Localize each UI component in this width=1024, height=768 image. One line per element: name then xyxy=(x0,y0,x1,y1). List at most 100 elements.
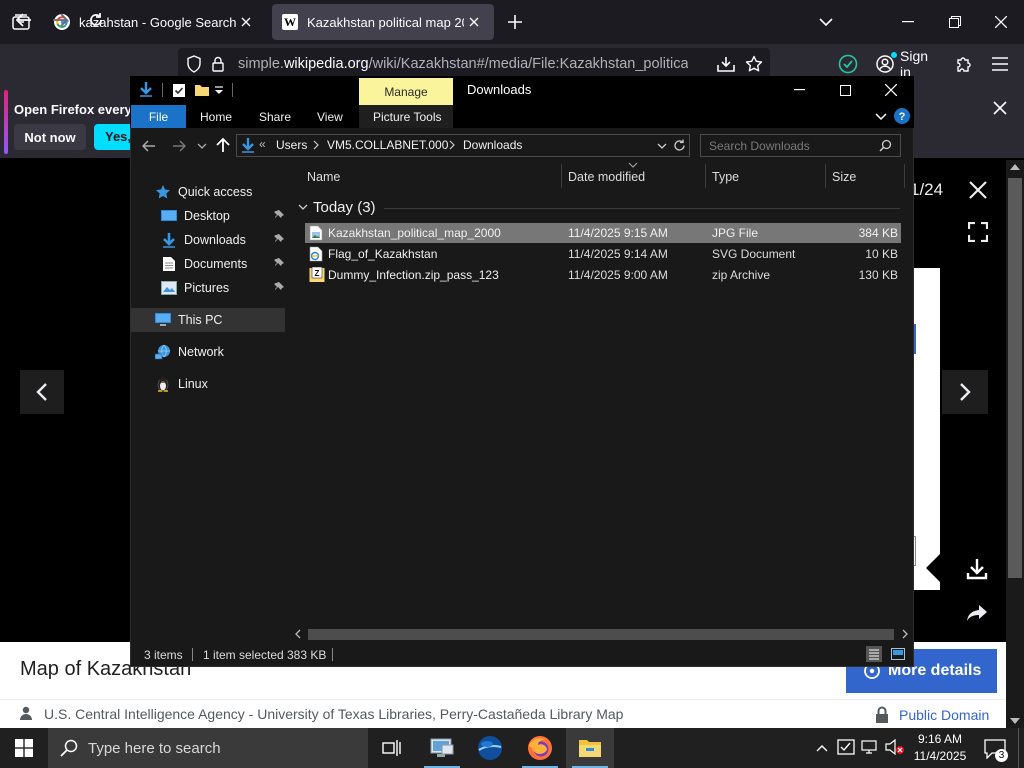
clock-date[interactable]: 11/4/2025 xyxy=(912,749,968,763)
column-resize-handle[interactable] xyxy=(904,164,905,188)
image-author[interactable]: U.S. Central Intelligence Agency - Unive… xyxy=(44,706,623,722)
column-header-date-modified[interactable]: Date modified xyxy=(568,164,645,190)
breadcrumb-overflow[interactable]: « xyxy=(259,137,266,151)
breadcrumb-user-folder[interactable]: VM5.COLLABNET.000 xyxy=(327,138,448,152)
column-header-size[interactable]: Size xyxy=(832,164,856,190)
back-icon[interactable] xyxy=(140,137,158,155)
network-status-icon[interactable] xyxy=(861,738,879,756)
remote-desktop-icon[interactable] xyxy=(418,728,466,768)
tracking-protection-shield-icon[interactable] xyxy=(186,55,202,73)
file-row[interactable]: Z Dummy_Infection.zip_pass_123 11/4/2025… xyxy=(305,265,901,285)
ribbon-tab-share[interactable]: Share xyxy=(259,105,291,128)
not-now-button[interactable]: Not now xyxy=(14,124,86,150)
minimize-icon[interactable] xyxy=(786,80,812,100)
fullscreen-icon[interactable] xyxy=(962,216,994,248)
download-icon[interactable] xyxy=(962,554,992,584)
show-desktop-button[interactable] xyxy=(1018,728,1024,768)
breadcrumb-separator-icon[interactable] xyxy=(312,137,322,153)
nav-item-desktop[interactable]: Desktop xyxy=(160,204,284,228)
group-header-today[interactable]: Today (3) xyxy=(298,196,376,218)
firefox-icon[interactable] xyxy=(516,728,564,768)
list-all-tabs-icon[interactable] xyxy=(812,6,840,38)
tab-google-search[interactable]: kazahstan - Google Search xyxy=(44,4,266,40)
new-tab-icon[interactable] xyxy=(500,6,530,38)
nav-item-documents[interactable]: Documents xyxy=(160,252,284,276)
nav-item-network[interactable]: Network xyxy=(154,340,284,364)
scroll-left-icon[interactable] xyxy=(293,629,303,639)
close-notification-icon[interactable] xyxy=(988,96,1012,120)
save-to-pocket-icon[interactable] xyxy=(714,52,738,76)
windows-start-icon[interactable] xyxy=(0,728,48,768)
scroll-right-icon[interactable] xyxy=(900,629,910,639)
address-history-chevron-icon[interactable] xyxy=(656,140,668,152)
ribbon-tab-home[interactable]: Home xyxy=(200,105,232,128)
taskbar-search-box[interactable]: Type here to search xyxy=(48,728,368,768)
column-header-name[interactable]: Name xyxy=(307,164,340,190)
vpn-check-icon[interactable] xyxy=(836,52,860,76)
close-icon[interactable] xyxy=(878,80,904,100)
task-view-icon[interactable] xyxy=(368,728,416,768)
search-input[interactable]: Search Downloads xyxy=(709,139,810,153)
next-image-button[interactable] xyxy=(942,370,988,414)
browser-globe-icon[interactable] xyxy=(466,728,514,768)
column-resize-handle[interactable] xyxy=(825,164,826,188)
recent-locations-chevron-icon[interactable] xyxy=(196,140,208,152)
license-link[interactable]: Public Domain xyxy=(899,707,989,723)
lock-icon[interactable] xyxy=(212,56,224,72)
properties-icon[interactable] xyxy=(172,82,186,98)
hamburger-menu-icon[interactable] xyxy=(988,52,1012,76)
viewer-scrollbar[interactable] xyxy=(1006,160,1024,728)
breadcrumb-downloads[interactable]: Downloads xyxy=(463,138,522,152)
nav-item-quick-access[interactable]: Quick access xyxy=(154,180,284,204)
file-row[interactable]: Flag_of_Kazakhstan 11/4/2025 9:14 AM SVG… xyxy=(305,244,901,264)
file-row[interactable]: Kazakhstan_political_map_2000 11/4/2025 … xyxy=(305,223,901,243)
taskbar-search-input[interactable]: Type here to search xyxy=(88,740,221,757)
explorer-window-title: Downloads xyxy=(467,82,532,97)
column-header-type[interactable]: Type xyxy=(712,164,739,190)
nav-item-pictures[interactable]: Pictures xyxy=(160,276,284,300)
nav-item-linux[interactable]: Linux xyxy=(154,372,284,396)
bookmark-star-icon[interactable] xyxy=(742,52,766,76)
scrollbar-thumb[interactable] xyxy=(308,629,894,640)
nav-item-downloads[interactable]: Downloads xyxy=(160,228,284,252)
tab-wikipedia[interactable]: W Kazakhstan political map 2000 xyxy=(272,4,494,40)
minimize-icon[interactable] xyxy=(884,0,932,44)
details-view-icon[interactable] xyxy=(866,646,882,662)
new-folder-icon[interactable] xyxy=(194,82,210,98)
up-folder-icon[interactable] xyxy=(214,136,232,154)
customize-toolbar-icon[interactable] xyxy=(214,84,224,96)
breadcrumb-separator-icon[interactable] xyxy=(448,137,458,153)
refresh-icon[interactable] xyxy=(672,138,686,152)
show-hidden-icons-chevron-icon[interactable] xyxy=(814,740,830,756)
nav-item-this-pc[interactable]: This PC xyxy=(131,308,285,332)
close-viewer-icon[interactable] xyxy=(962,174,994,206)
reload-icon[interactable] xyxy=(80,4,112,36)
close-window-icon[interactable] xyxy=(978,0,1024,44)
ribbon-tab-view[interactable]: View xyxy=(317,105,343,128)
ribbon-tab-picture-tools[interactable]: Picture Tools xyxy=(373,105,441,128)
ribbon-tab-file[interactable]: File xyxy=(131,105,186,128)
restore-icon[interactable] xyxy=(932,0,978,44)
maximize-icon[interactable] xyxy=(832,80,858,100)
back-icon[interactable] xyxy=(8,4,40,36)
vm-tools-icon[interactable] xyxy=(837,738,855,756)
previous-image-button[interactable] xyxy=(20,370,64,414)
speaker-muted-icon[interactable] xyxy=(885,738,905,756)
action-center-icon[interactable]: 3 xyxy=(982,736,1008,762)
help-icon[interactable]: ? xyxy=(894,108,910,124)
close-tab-icon[interactable] xyxy=(236,12,256,32)
column-resize-handle[interactable] xyxy=(561,164,562,188)
status-separator xyxy=(332,648,333,661)
share-icon[interactable] xyxy=(962,598,992,628)
expand-ribbon-icon[interactable] xyxy=(874,110,888,124)
breadcrumb-users[interactable]: Users xyxy=(276,138,307,152)
manage-contextual-tab[interactable]: Manage xyxy=(359,78,453,105)
column-resize-handle[interactable] xyxy=(705,164,706,188)
extensions-puzzle-icon[interactable] xyxy=(952,52,976,76)
url-text: simple.wikipedia.org/wiki/Kazakhstan#/me… xyxy=(238,56,688,72)
search-icon[interactable] xyxy=(878,138,892,152)
large-icons-view-icon[interactable] xyxy=(890,646,906,662)
clock-time[interactable]: 9:16 AM xyxy=(916,732,964,746)
file-explorer-icon[interactable] xyxy=(566,728,614,768)
close-tab-icon[interactable] xyxy=(464,12,484,32)
